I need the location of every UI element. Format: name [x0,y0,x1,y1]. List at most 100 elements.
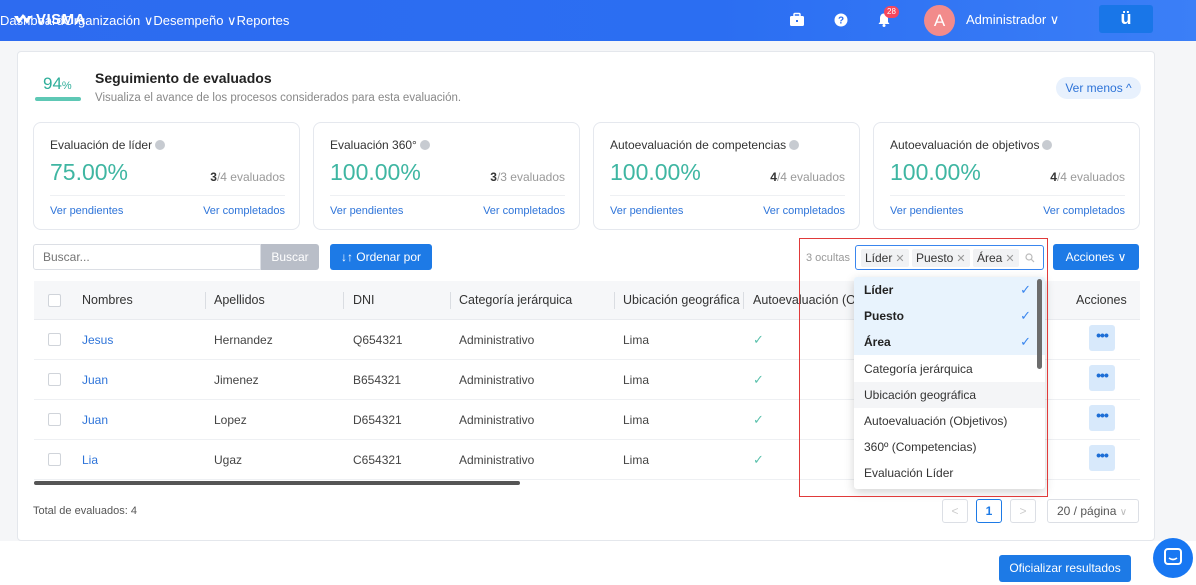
sort-button[interactable]: ↓↑ Ordenar por [330,244,432,270]
row-checkbox[interactable] [48,373,61,386]
row-checkbox[interactable] [48,413,61,426]
notification-badge: 28 [884,6,899,18]
ver-completados-link[interactable]: Ver completados [483,205,565,217]
divider [330,195,565,196]
col-categoria[interactable]: Categoría jerárquica [459,293,572,307]
row-dni: C654321 [353,453,402,467]
ver-pendientes-link[interactable]: Ver pendientes [610,205,683,217]
ver-pendientes-link[interactable]: Ver pendientes [50,205,123,217]
help-icon[interactable]: ? [833,12,849,28]
row-dni: B654321 [353,373,402,387]
info-icon[interactable] [1042,140,1053,150]
briefcase-icon[interactable] [789,12,805,28]
row-actions-button[interactable]: ••• [1089,365,1115,391]
brand-name: VISMA [36,11,87,28]
stat-value: 100.00% [890,159,981,185]
row-category: Administrativo [459,453,535,467]
ver-completados-link[interactable]: Ver completados [1043,205,1125,217]
avatar[interactable]: A [924,5,955,36]
info-icon[interactable] [419,140,430,150]
svg-text:?: ? [838,16,844,27]
chat-icon [1164,548,1182,565]
divider [890,195,1125,196]
row-actions-button[interactable]: ••• [1089,445,1115,471]
page-subtitle: Visualiza el avance de los procesos cons… [95,92,462,104]
row-category: Administrativo [459,333,535,347]
actions-button[interactable]: Acciones ∨ [1053,244,1139,270]
overall-progress-bar [35,97,81,101]
col-nombres[interactable]: Nombres [82,293,133,307]
select-all-checkbox[interactable] [48,294,61,307]
divider [343,292,344,309]
overall-percent: 94% [43,74,72,93]
ver-pendientes-link[interactable]: Ver pendientes [890,205,963,217]
check-icon: ✓ [753,452,764,467]
ver-completados-link[interactable]: Ver completados [763,205,845,217]
check-icon: ✓ [753,332,764,347]
row-lastname: Jimenez [214,373,259,387]
search-button[interactable]: Buscar [261,244,319,270]
page-size-select[interactable]: 20 / página ∨ [1047,499,1139,523]
divider [50,195,285,196]
stat-title: Autoevaluación de objetivos [890,138,1053,152]
stat-title: Evaluación de líder [50,138,166,152]
page-1-button[interactable]: 1 [976,499,1002,523]
row-name-link[interactable]: Jesus [82,333,113,347]
stat-value: 100.00% [610,159,701,185]
stat-value: 75.00% [50,159,129,185]
col-apellidos[interactable]: Apellidos [214,293,265,307]
chevron-down-icon: ∨ [1119,507,1128,518]
divider [614,292,615,309]
chat-launcher[interactable] [1153,538,1193,578]
brand-logo[interactable]: VISMA [14,11,86,28]
row-checkbox[interactable] [48,453,61,466]
total-evaluados: Total de evaluados: 4 [33,505,137,517]
row-location: Lima [623,413,650,427]
search-input[interactable] [33,244,261,270]
row-name-link[interactable]: Juan [82,373,108,387]
row-dni: Q654321 [353,333,403,347]
row-location: Lima [623,453,650,467]
app-button[interactable]: ü [1099,5,1153,33]
stat-title: Autoevaluación de competencias [610,138,800,152]
oficializar-button[interactable]: Oficializar resultados [999,555,1131,582]
stat-card-360: Evaluación 360° 100.00% 3/3 evaluados Ve… [313,122,580,230]
horizontal-scrollbar[interactable] [34,481,520,485]
stat-title: Evaluación 360° [330,138,430,152]
nav-reportes[interactable]: Reportes [237,13,290,28]
row-lastname: Lopez [214,413,247,427]
visma-mark-icon [14,13,32,24]
stat-value: 100.00% [330,159,421,185]
check-icon: ✓ [753,412,764,427]
row-location: Lima [623,373,650,387]
stat-card-objetivos: Autoevaluación de objetivos 100.00% 4/4 … [873,122,1140,230]
stat-card-lider: Evaluación de líder 75.00% 3/4 evaluados… [33,122,300,230]
col-acciones: Acciones [1076,293,1127,307]
divider [450,292,451,309]
info-icon[interactable] [789,140,800,150]
row-category: Administrativo [459,413,535,427]
col-ubicacion[interactable]: Ubicación geográfica [623,293,740,307]
next-page-button[interactable]: > [1010,499,1036,523]
divider [743,292,744,309]
ver-pendientes-link[interactable]: Ver pendientes [330,205,403,217]
row-name-link[interactable]: Juan [82,413,108,427]
row-dni: D654321 [353,413,402,427]
row-checkbox[interactable] [48,333,61,346]
col-dni[interactable]: DNI [353,293,375,307]
highlight-box [799,238,1048,497]
divider [205,292,206,309]
ver-menos-button[interactable]: Ver menos ^ [1056,77,1141,99]
row-actions-button[interactable]: ••• [1089,405,1115,431]
nav-desempeno[interactable]: Desempeño ∨ [153,13,236,29]
prev-page-button[interactable]: < [942,499,968,523]
row-location: Lima [623,333,650,347]
user-menu[interactable]: Administrador ∨ [966,12,1059,28]
ver-completados-link[interactable]: Ver completados [203,205,285,217]
row-lastname: Ugaz [214,453,243,467]
info-icon[interactable] [155,140,166,150]
row-actions-button[interactable]: ••• [1089,325,1115,351]
stat-count: 3/4 evaluados [210,170,285,184]
stat-count: 4/4 evaluados [770,170,845,184]
row-name-link[interactable]: Lia [82,453,98,467]
